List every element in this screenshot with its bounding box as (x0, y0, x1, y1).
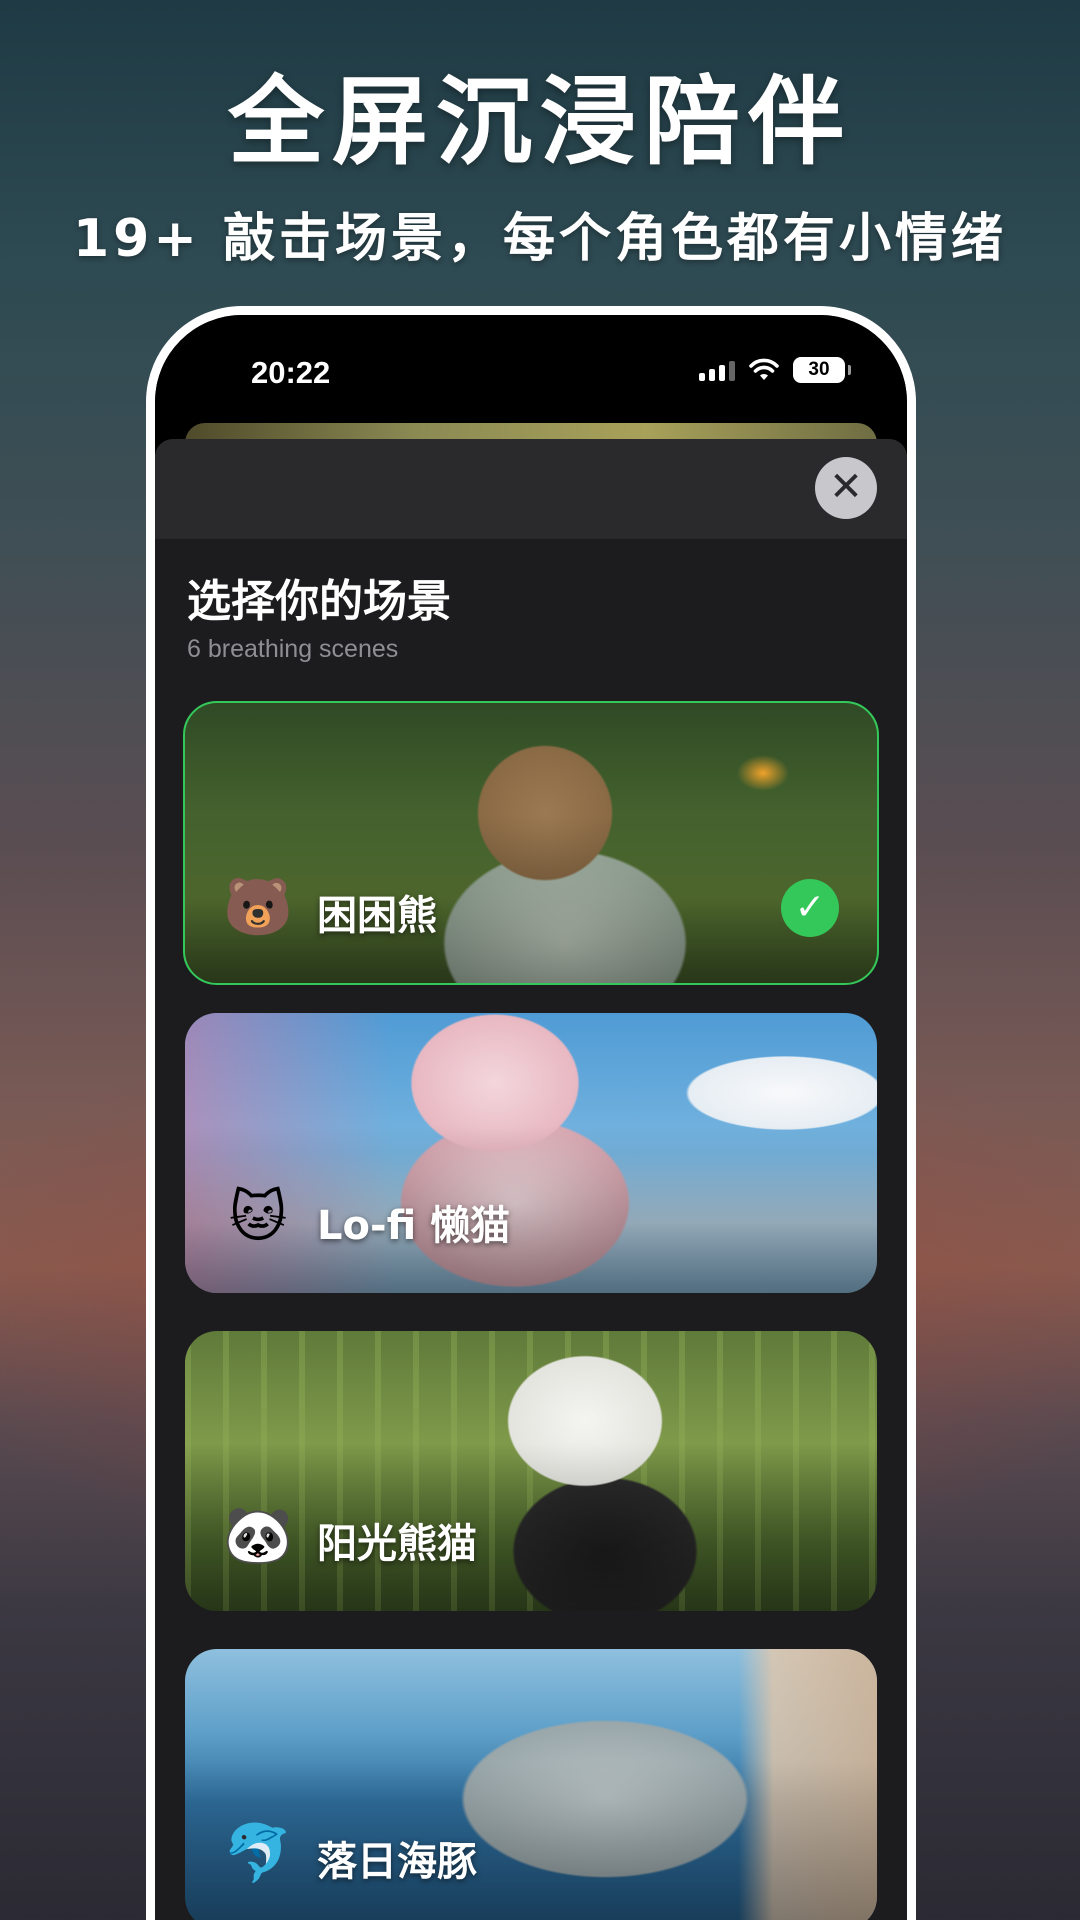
scene-label: 落日海豚 (317, 1839, 477, 1885)
status-bar: 20:22 30 (155, 315, 907, 425)
close-icon: ✕ (829, 464, 863, 510)
battery-icon: 30 (793, 357, 851, 383)
bear-emoji-icon: 🐻 (223, 875, 293, 940)
scene-card-sunset-dolphin[interactable]: 🐬 落日海豚 (185, 1649, 877, 1920)
phone-frame: 20:22 30 ✕ 选择你的场景 6 breathing scenes 🐻 困… (146, 306, 916, 1920)
dolphin-emoji-icon: 🐬 (223, 1821, 293, 1886)
scene-picker-sheet: ✕ 选择你的场景 6 breathing scenes 🐻 困困熊 ✓ 🐱 Lo… (155, 439, 907, 1920)
cat-emoji-icon: 🐱 (228, 1185, 288, 1250)
status-icons: 30 (699, 357, 851, 383)
sheet-header: ✕ (155, 439, 907, 539)
scene-label: Lo-fi 懒猫 (317, 1203, 511, 1249)
scene-card-sleepy-bear[interactable]: 🐻 困困熊 ✓ (183, 701, 879, 985)
cellular-signal-icon (699, 359, 735, 381)
scene-label: 困困熊 (317, 893, 437, 939)
close-button[interactable]: ✕ (815, 457, 877, 519)
selected-check-icon: ✓ (781, 879, 839, 937)
sheet-title: 选择你的场景 (187, 576, 451, 627)
promo-subline: 19+ 敲击场景，每个角色都有小情绪 (72, 209, 1008, 269)
scene-card-sunny-panda[interactable]: 🐼 阳光熊猫 (185, 1331, 877, 1611)
scene-label: 阳光熊猫 (317, 1521, 477, 1567)
scene-card-lofi-cat[interactable]: 🐱 Lo-fi 懒猫 (185, 1013, 877, 1293)
panda-emoji-icon: 🐼 (223, 1503, 293, 1568)
promo-headline: 全屏沉浸陪伴 (228, 66, 852, 178)
wifi-icon (749, 358, 779, 380)
status-time: 20:22 (251, 355, 331, 390)
sheet-subtitle: 6 breathing scenes (187, 635, 399, 663)
